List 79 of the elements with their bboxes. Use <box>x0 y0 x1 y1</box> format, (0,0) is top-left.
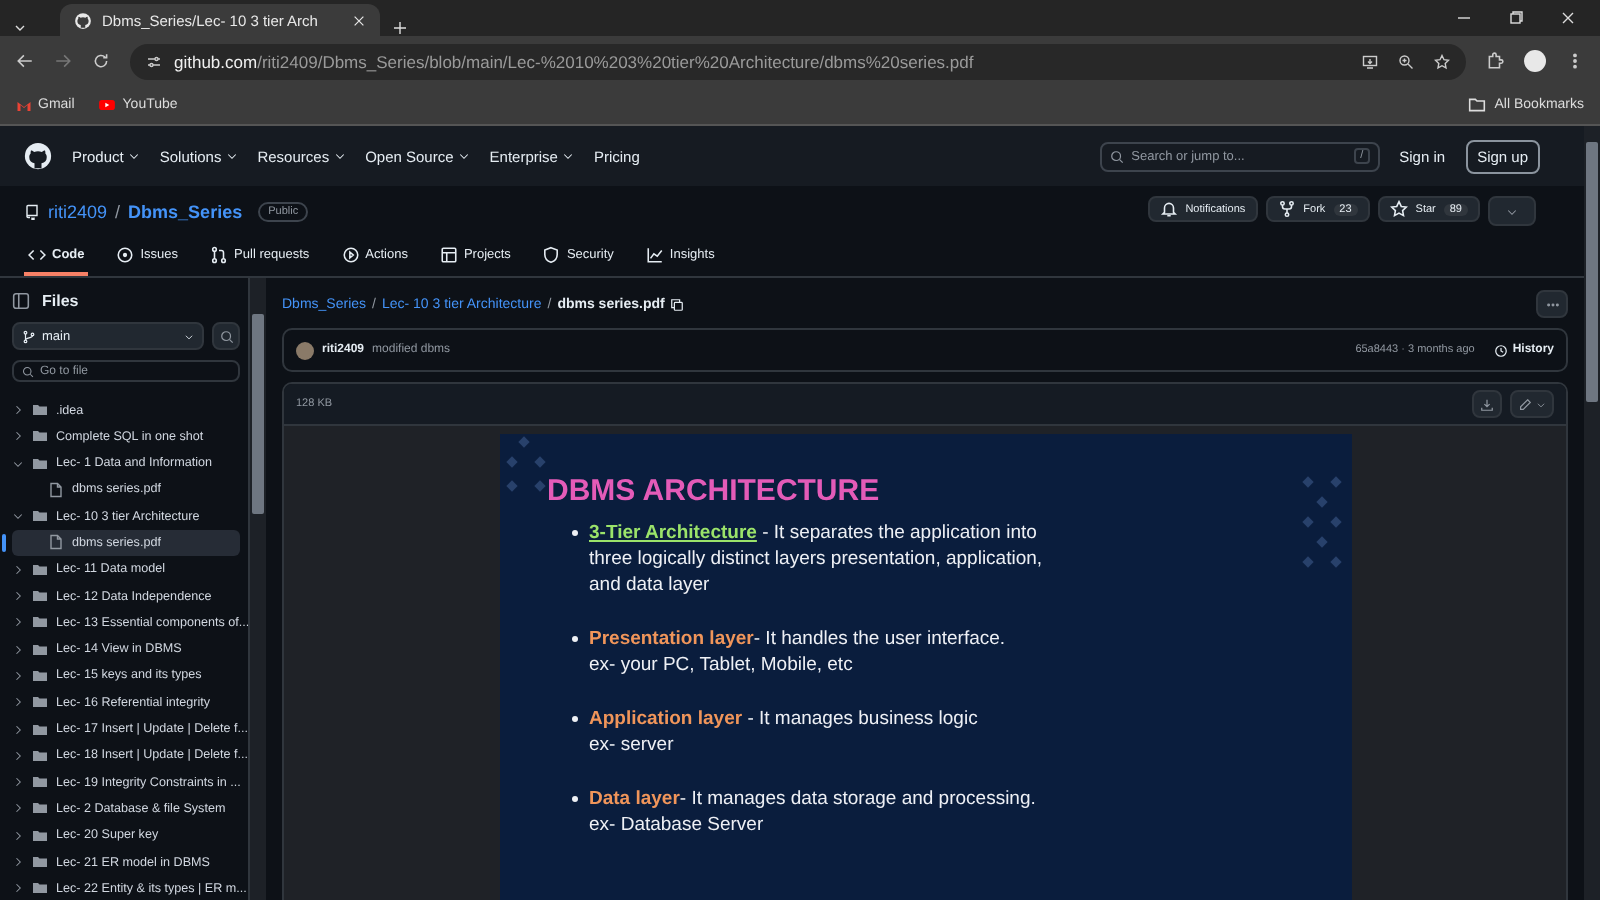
code-icon <box>28 245 46 263</box>
file-icon <box>48 534 64 551</box>
file-icon <box>48 481 64 498</box>
back-icon <box>16 52 34 70</box>
new-tab-icon <box>392 20 408 36</box>
chevron-right-icon <box>12 404 24 416</box>
caret-icon <box>1506 205 1518 217</box>
folder-icon <box>32 508 48 525</box>
search-button[interactable] <box>212 322 240 351</box>
side-panel-icon <box>12 292 30 311</box>
extensions-icon <box>1486 52 1504 70</box>
avatar <box>296 341 314 359</box>
chevron-down-icon <box>12 457 24 470</box>
slide-title: DBMS ARCHITECTURE <box>547 474 882 508</box>
bullet-icon <box>571 636 577 642</box>
bullet-text: Application layer - It manages business logic ex- server <box>589 706 978 758</box>
chevron-down-icon <box>127 150 140 162</box>
star-icon <box>1389 200 1408 218</box>
page-scrollbar[interactable] <box>1584 126 1600 900</box>
chevron-down-icon <box>561 150 574 162</box>
search-icon <box>219 329 233 344</box>
chevron-right-icon <box>12 563 24 576</box>
forward-icon <box>54 52 72 70</box>
chevron-down-icon <box>457 150 470 162</box>
reload-icon <box>92 52 110 70</box>
caret-icon <box>1536 399 1546 409</box>
star-menu-button[interactable] <box>1488 196 1536 226</box>
pencil-icon <box>1518 397 1532 411</box>
chevron-down-icon <box>225 150 238 162</box>
chevron-right-icon <box>12 829 24 842</box>
chevron-right-icon <box>12 696 24 709</box>
tab-list-icon <box>12 20 28 36</box>
folder-outline-icon <box>1468 96 1487 114</box>
github-logo-icon <box>24 142 52 170</box>
edit-button[interactable] <box>1510 390 1554 418</box>
search-icon <box>1109 149 1124 163</box>
mail-icon <box>16 97 32 113</box>
download-icon <box>1480 397 1494 411</box>
restore-icon <box>1508 10 1524 26</box>
history-icon <box>1494 343 1509 357</box>
bookmark-star-icon <box>1434 53 1450 69</box>
site-settings-icon <box>146 53 162 69</box>
bullet-icon <box>571 530 577 536</box>
search-icon <box>22 365 34 378</box>
repo-owner-link[interactable]: riti2409 <box>48 201 108 221</box>
bullet-icon <box>571 796 577 802</box>
path-separator: / <box>115 201 121 221</box>
download-button[interactable] <box>1472 390 1502 418</box>
play-icon <box>98 96 117 114</box>
repo-name-link[interactable]: Dbms_Series <box>128 201 243 221</box>
address-bar[interactable]: github.com/riti2409/Dbms_Series/blob/main/Lec-%2010%203%20tier%20Architecture/dbms%20series.pdf <box>130 43 1466 79</box>
branch-icon <box>22 329 36 344</box>
play-circle-icon <box>341 245 360 263</box>
repo-icon <box>24 203 40 219</box>
chevron-down-icon <box>333 150 346 162</box>
fork-icon <box>1277 200 1296 218</box>
more-button[interactable] <box>1536 290 1568 318</box>
zoom-icon <box>1398 53 1414 69</box>
close-icon <box>1560 10 1576 26</box>
pull-request-icon <box>210 245 229 263</box>
sidebar-scrollbar[interactable] <box>250 278 266 900</box>
bullet-text: Data layer- It manages data storage and processing. ex- Database Server <box>589 786 1036 838</box>
files-title: Files <box>42 292 79 311</box>
install-app-icon <box>1362 53 1378 69</box>
close-icon <box>352 13 366 27</box>
bell-icon <box>1159 200 1178 218</box>
issue-circle-icon <box>116 245 135 263</box>
github-logo-icon <box>74 11 92 29</box>
graph-icon <box>645 245 664 263</box>
caret-icon <box>184 331 194 342</box>
bullet-icon <box>571 716 577 722</box>
table-icon <box>439 245 458 263</box>
copy-icon <box>670 297 685 311</box>
bullet-text: 3-Tier Architecture - It separates the application into three logically distinct layers presentation, application, and data layer <box>589 520 1043 598</box>
bullet-text: Presentation layer- It handles the user interface. ex- your PC, Tablet, Mobile, etc <box>589 626 1006 678</box>
shield-icon <box>542 245 561 263</box>
chevron-down-icon <box>12 510 24 523</box>
chevron-right-icon <box>12 430 24 443</box>
profile-avatar[interactable] <box>1524 50 1546 72</box>
